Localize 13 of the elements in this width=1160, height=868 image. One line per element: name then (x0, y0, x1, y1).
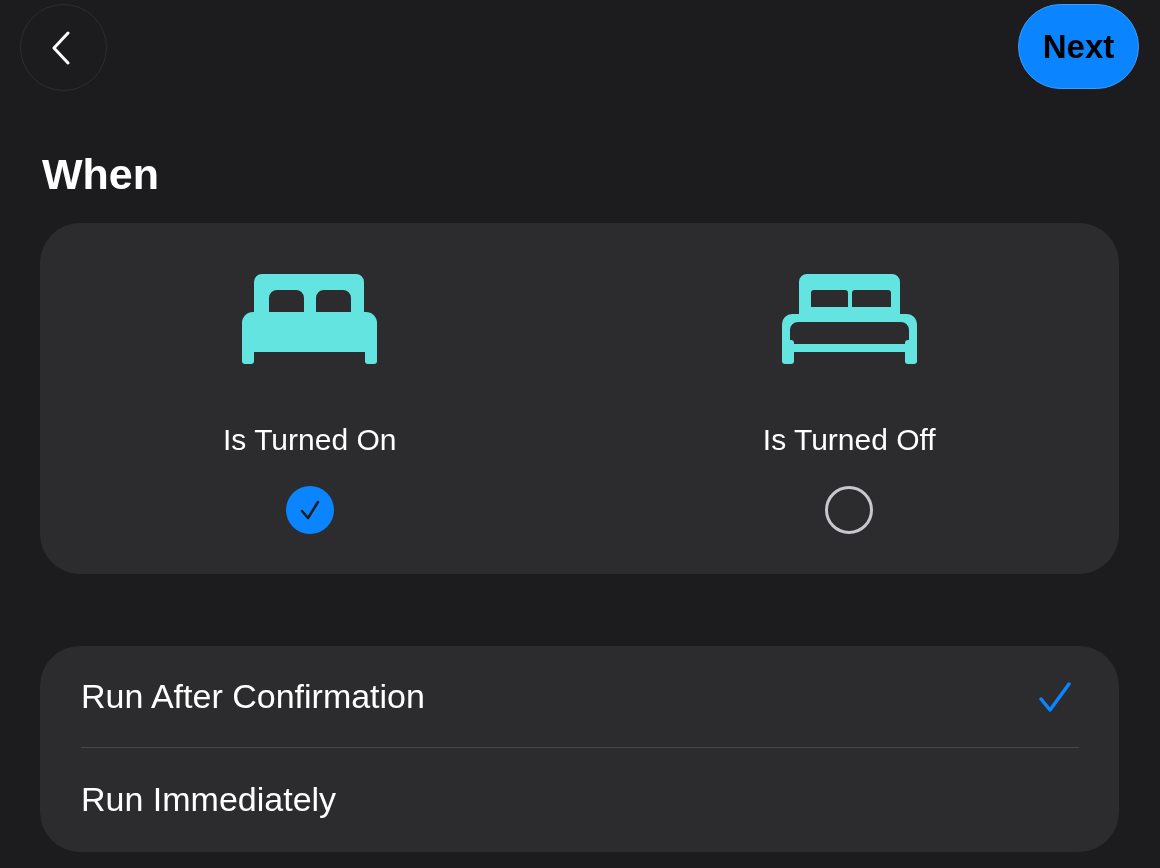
state-label: Is Turned Off (762, 423, 936, 457)
checkmark-icon (299, 500, 320, 520)
radio-button[interactable] (825, 486, 874, 534)
bed-outline-icon (781, 274, 917, 364)
state-label: Is Turned On (223, 423, 397, 457)
checkmark-icon (1039, 681, 1071, 712)
option-item[interactable]: Run After Confirmation (81, 646, 1079, 748)
section-heading: When (42, 149, 161, 199)
option-item[interactable]: Run Immediately (81, 748, 1079, 851)
bed-icon (242, 274, 378, 364)
chevron-left-icon (51, 30, 70, 65)
next-button[interactable]: Next (1018, 4, 1139, 89)
radio-button[interactable] (285, 486, 334, 534)
